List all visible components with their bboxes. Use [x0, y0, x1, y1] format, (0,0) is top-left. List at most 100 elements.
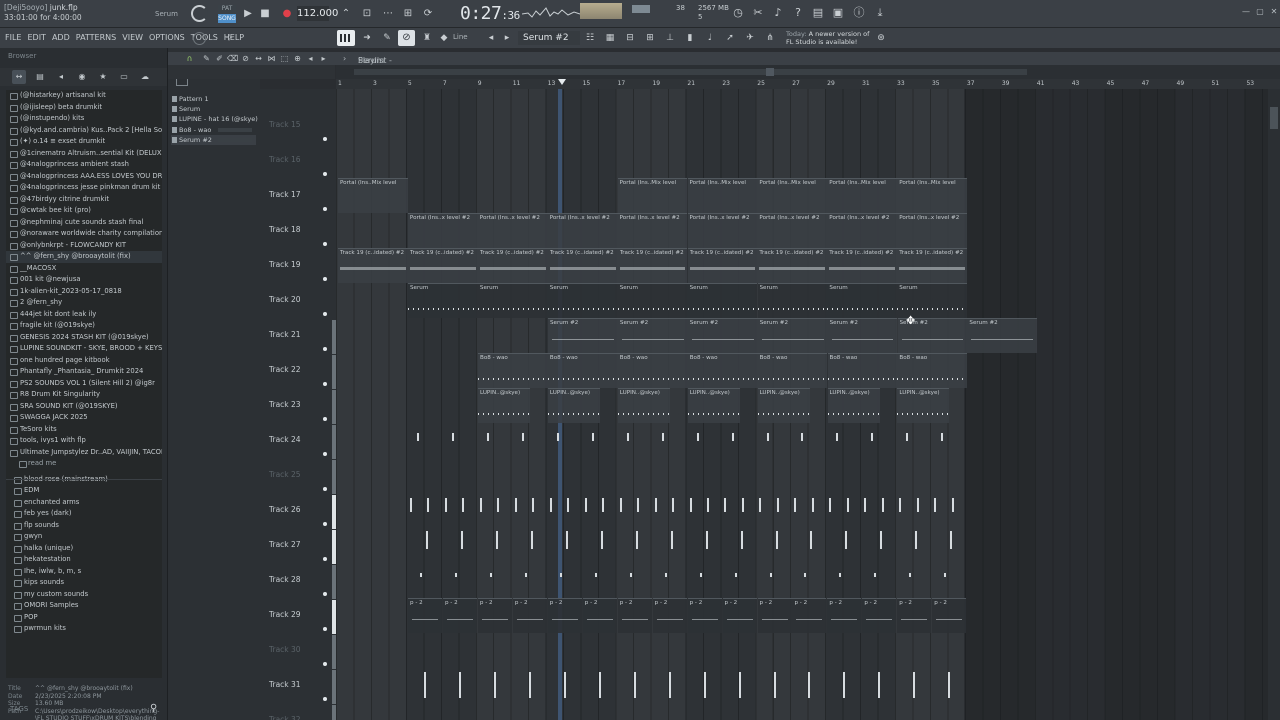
track-mute-dot[interactable] [323, 662, 327, 666]
countdown-icon[interactable]: ⋯ [381, 7, 395, 21]
back-icon[interactable]: ◂ [54, 70, 68, 84]
mute-icon[interactable]: ⊘ [240, 52, 251, 65]
track-header[interactable]: Track 20 [260, 283, 336, 318]
tempo-display[interactable]: 112.000 [297, 6, 338, 21]
cloud-icon[interactable]: ☁ [138, 70, 152, 84]
line-mode-label[interactable]: Line [453, 33, 468, 41]
file-icon[interactable]: ▤ [33, 70, 47, 84]
playlist-clip[interactable]: p - 2 [827, 598, 862, 633]
channel-rack-icon[interactable]: ☷ [583, 31, 597, 45]
playlist-grid[interactable]: Portal (Ins..Mix level Portal (Ins..Mix l… [336, 89, 1280, 720]
track-header[interactable]: Track 19 [260, 248, 336, 283]
browser-folder-item[interactable]: Ihe, iwlw, b, m, s [6, 566, 162, 578]
playlist-clip[interactable]: p - 2 [862, 598, 897, 633]
track-mute-dot[interactable] [323, 487, 327, 491]
playlist-clip[interactable]: Serum [408, 283, 478, 318]
browser-icon[interactable]: ⊥ [663, 31, 677, 45]
browser-folder-item[interactable]: my custom sounds [6, 589, 162, 601]
browser-folder-item[interactable]: PS2 SOUNDS VOL 1 (Silent Hill 2) @ig8r [6, 378, 162, 390]
select-icon[interactable]: ⬚ [279, 52, 290, 65]
playlist-clip[interactable]: Track 19 (c..idated) #2 [617, 248, 688, 283]
track-header[interactable]: Track 18 [260, 213, 336, 248]
playlist-clip[interactable]: Serum [617, 283, 688, 318]
brush-icon[interactable]: ◆ [437, 31, 451, 45]
playlist-clip[interactable]: Track 19 (c..idated) #2 [687, 248, 758, 283]
picker-item[interactable]: Serum #2 [171, 135, 256, 145]
playlist-clip[interactable]: p - 2 [652, 598, 687, 633]
playlist-clip[interactable]: Track 19 (c..idated) #2 [757, 248, 828, 283]
playlist-clip[interactable]: Serum #2 [617, 318, 688, 353]
picker-item[interactable]: Bo8 - wao [171, 125, 256, 135]
settings-icon[interactable]: ⊛ [874, 31, 888, 45]
wait-record-icon[interactable]: ⊡ [360, 7, 374, 21]
track-mute-dot[interactable] [323, 172, 327, 176]
playlist-clip[interactable]: LUPIN..@skye) [757, 388, 810, 423]
master-volume-knob[interactable] [191, 5, 208, 22]
browser-folder-item[interactable]: gwyn [6, 531, 162, 543]
track-mute-dot[interactable] [323, 277, 327, 281]
browser-folder-item[interactable]: @47birdyy citrine drumkit [6, 194, 162, 206]
track-mute-dot[interactable] [323, 137, 327, 141]
track-mute-dot[interactable] [323, 697, 327, 701]
menu-file[interactable]: FILE [5, 33, 21, 42]
playlist-clip[interactable]: Bo8 - wao [617, 353, 688, 388]
playlist-clip[interactable]: Track 19 (c..idated) #2 [407, 248, 478, 283]
search-icon[interactable]: ⚲ [150, 703, 157, 714]
browser-folder-item[interactable]: @4nalogprincess AAA.ESS LOVES YOU DRUMKI… [6, 171, 162, 183]
track-mute-dot[interactable] [323, 242, 327, 246]
browser-folder-item[interactable]: @cwtak bee kit (pro) [6, 205, 162, 217]
playlist-clip[interactable]: Portal (Ins..x level #2 [617, 213, 688, 248]
playlist-clip[interactable]: Track 19 (c..idated) #2 [547, 248, 618, 283]
menu-add[interactable]: ADD [52, 33, 70, 42]
browser-folder-item[interactable]: @4nalogprincess ambient stash [6, 159, 162, 171]
playlist-clip[interactable]: Serum #2 [687, 318, 758, 353]
touch-icon[interactable]: ✈ [743, 31, 757, 45]
tags-label[interactable]: TAGS [10, 705, 28, 713]
track-header[interactable]: Track 17 [260, 178, 336, 213]
delete-icon[interactable]: ⌫ [227, 52, 238, 65]
browser-folder-item[interactable]: hekatestation [6, 554, 162, 566]
playlist-clip[interactable]: Bo8 - wao [827, 353, 898, 388]
browser-folder-item[interactable]: fragile kit (@019skye) [6, 320, 162, 332]
playlist-clip[interactable]: LUPIN..@skye) [547, 388, 600, 423]
split-icon[interactable]: ⋔ [763, 31, 777, 45]
track-mute-dot[interactable] [323, 312, 327, 316]
browser-folder-item[interactable]: read me [6, 458, 162, 470]
browser-folder-item[interactable]: (@instupendo) kits [6, 113, 162, 125]
playback-icon[interactable]: ◂ [305, 52, 316, 65]
pat-song-toggle[interactable]: PAT SONG [218, 5, 236, 23]
playlist-clip[interactable]: Portal (Ins..Mix level [617, 178, 688, 213]
track-header[interactable]: Track 25 [260, 458, 336, 494]
browser-folder-item[interactable]: GENESIS 2024 STASH KIT (@019skye) [6, 332, 162, 344]
playlist-clip[interactable]: p - 2 [792, 598, 827, 633]
tools-icon[interactable]: ✂ [751, 6, 765, 20]
browser-folder-item[interactable]: (@kyd.and.cambria) Kus..Pack 2 [Hella So… [6, 125, 162, 137]
playlist-clip[interactable]: Track 19 (c..idated) #2 [827, 248, 898, 283]
snap-magnet-icon[interactable]: ∩ [184, 52, 195, 65]
time-display[interactable]: 0:27:36 [460, 3, 520, 24]
track-header[interactable]: Track 27 [260, 528, 336, 564]
playlist-clip[interactable]: Serum [547, 283, 618, 318]
playlist-clip[interactable]: p - 2 [617, 598, 652, 633]
notes-icon[interactable]: ▮ [683, 31, 697, 45]
playlist-clip[interactable]: Serum [827, 283, 898, 318]
browser-folder-item[interactable]: Ultimate Jumpstylez Dr..AD, VAIIJIN, TAC… [6, 447, 162, 459]
playlist-clip[interactable]: Serum [477, 283, 548, 318]
browser-folder-item[interactable]: __MACOSX [6, 263, 162, 275]
playlist-clip[interactable]: Serum #2 [967, 318, 1038, 353]
browser-folder-item[interactable]: halka (unique) [6, 543, 162, 555]
draw-icon[interactable]: ✎ [201, 52, 212, 65]
timeline-ruler[interactable]: 1 3 5 7 9 11 13 15 17 19 21 23 25 27 29 31 33 35 37 39 41 43 4… [336, 79, 1280, 89]
playlist-clip[interactable]: LUPIN..@skye) [827, 388, 880, 423]
playlist-clip[interactable]: Track 19 (c..idated) #2 [338, 248, 408, 283]
playlist-clip[interactable]: Portal (Ins..Mix level [687, 178, 758, 213]
vscroll-thumb[interactable] [1270, 107, 1278, 129]
playlist-clip[interactable]: LUPIN..@skye) [687, 388, 740, 423]
arrow-left-icon[interactable]: ◂ [484, 31, 498, 45]
clock-icon[interactable]: ◷ [731, 6, 745, 20]
playlist-clip[interactable]: Track 19 (c..idated) #2 [897, 248, 968, 283]
mixer-icon[interactable]: ⊟ [623, 31, 637, 45]
play-icon[interactable]: ▶ [241, 7, 255, 21]
browser-folder-item[interactable]: @4nalogprincess jesse pinkman drum kit [6, 182, 162, 194]
browser-folder-item[interactable]: 444jet kit dont leak ily [6, 309, 162, 321]
